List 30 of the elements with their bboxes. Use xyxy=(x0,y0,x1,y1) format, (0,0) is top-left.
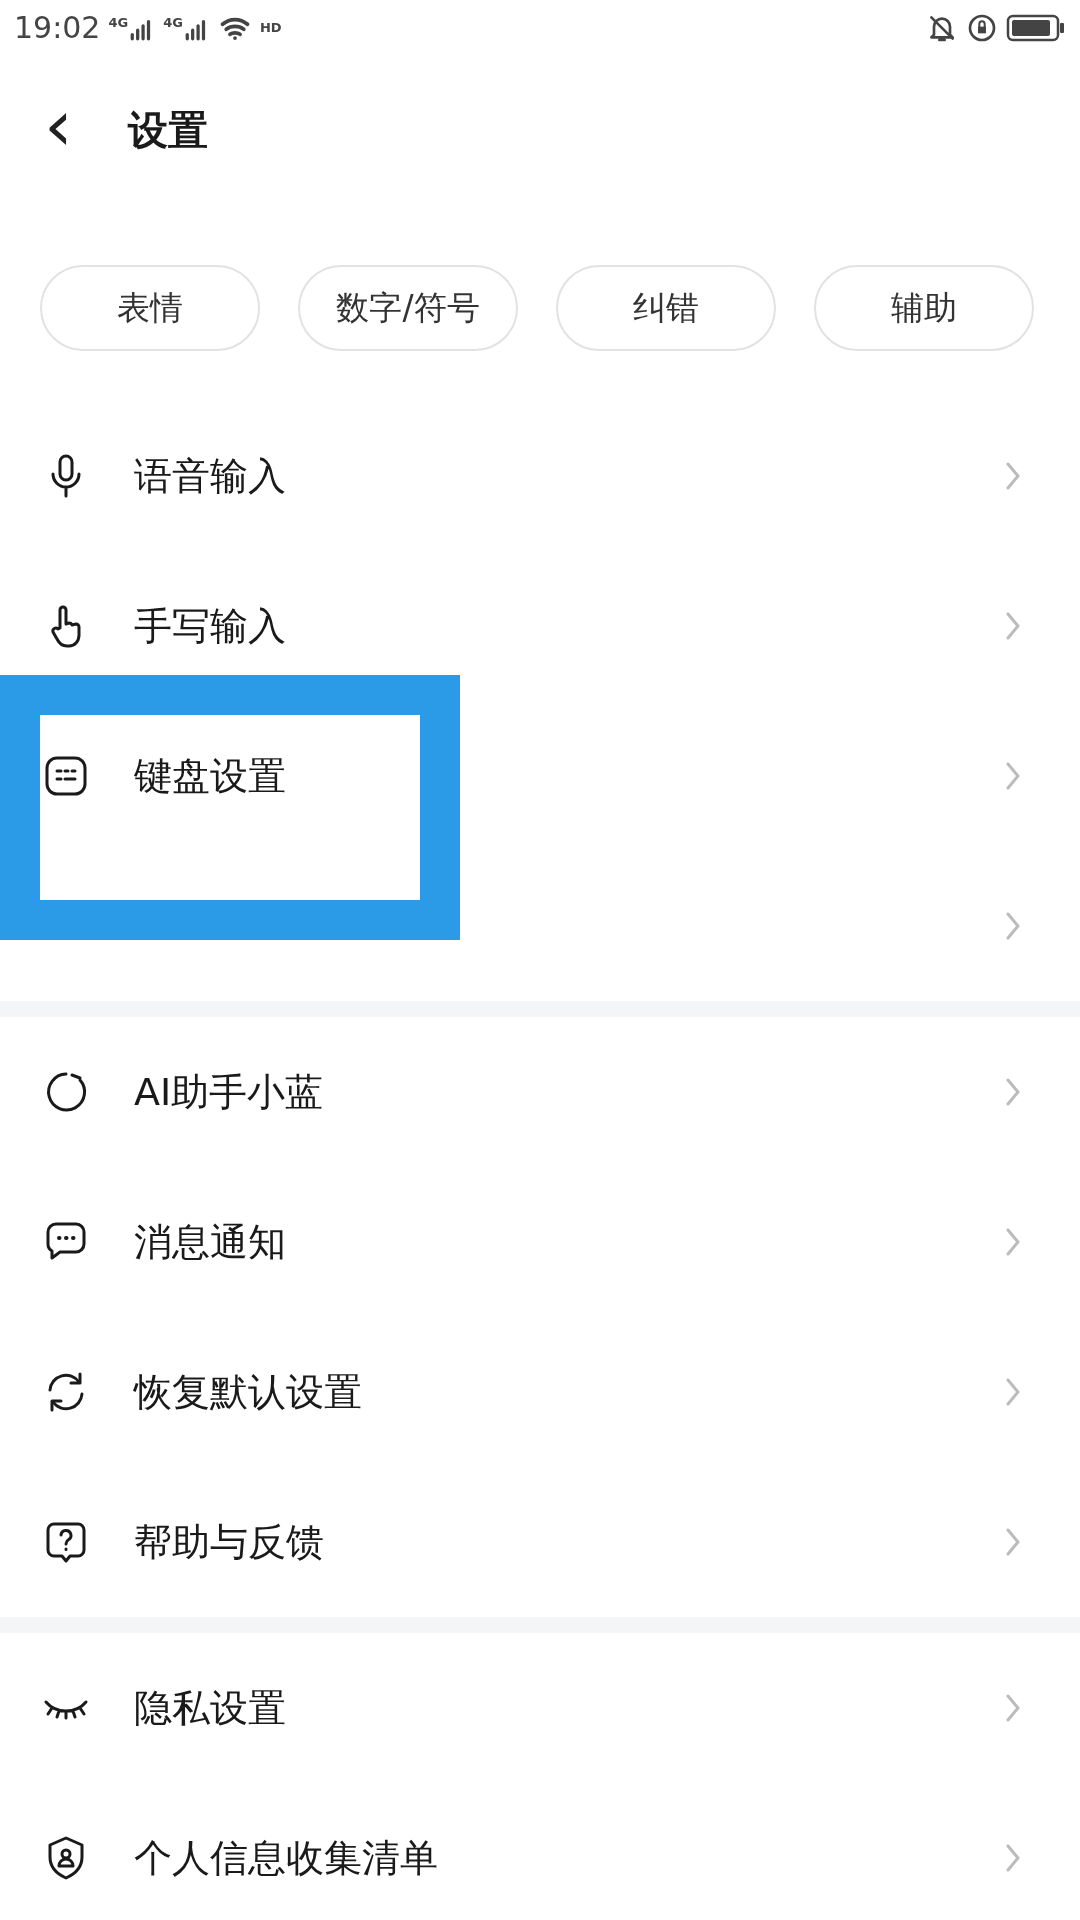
chevron-icon xyxy=(1004,760,1022,792)
network-label: 4G xyxy=(108,14,129,30)
settings-row[interactable]: 帮助与反馈 xyxy=(0,1467,1080,1617)
settings-row[interactable]: 个人信息收集清单 xyxy=(0,1783,1080,1920)
settings-row[interactable]: 手写输入 xyxy=(0,551,1080,701)
settings-row[interactable]: 恢复默认设置 xyxy=(0,1317,1080,1467)
settings-row[interactable]: 消息通知 xyxy=(0,1167,1080,1317)
chevron-icon xyxy=(1004,1376,1022,1408)
shortcut-chip[interactable]: 表情 xyxy=(40,265,260,351)
chevron-icon xyxy=(1004,1226,1022,1258)
chevron-icon xyxy=(1004,1692,1022,1724)
network-label: 4G xyxy=(163,14,183,30)
shortcut-chip[interactable]: 辅助 xyxy=(814,265,1034,351)
status-time: 19:02 xyxy=(14,10,101,45)
chevron-icon xyxy=(1004,1842,1022,1874)
chevron-icon xyxy=(1004,610,1022,642)
shortcut-chip[interactable]: 纠错 xyxy=(556,265,776,351)
chevron-icon xyxy=(1004,460,1022,492)
settings-row[interactable]: 语音输入 xyxy=(0,401,1080,551)
shortcut-chip[interactable]: 数字/符号 xyxy=(298,265,518,351)
chevron-icon xyxy=(1004,910,1022,942)
battery-icon xyxy=(1006,12,1066,43)
page-title: 设置 xyxy=(128,105,208,155)
settings-row[interactable]: 键盘设置 xyxy=(0,701,1080,851)
settings-row[interactable]: 隐私设置 xyxy=(0,1633,1080,1783)
hd-label: HD xyxy=(259,20,282,35)
settings-row[interactable]: AI助手小蓝 xyxy=(0,1017,1080,1167)
chevron-icon xyxy=(1004,1076,1022,1108)
chevron-icon xyxy=(1004,1526,1022,1558)
back-button[interactable]: ‹ xyxy=(44,89,104,161)
